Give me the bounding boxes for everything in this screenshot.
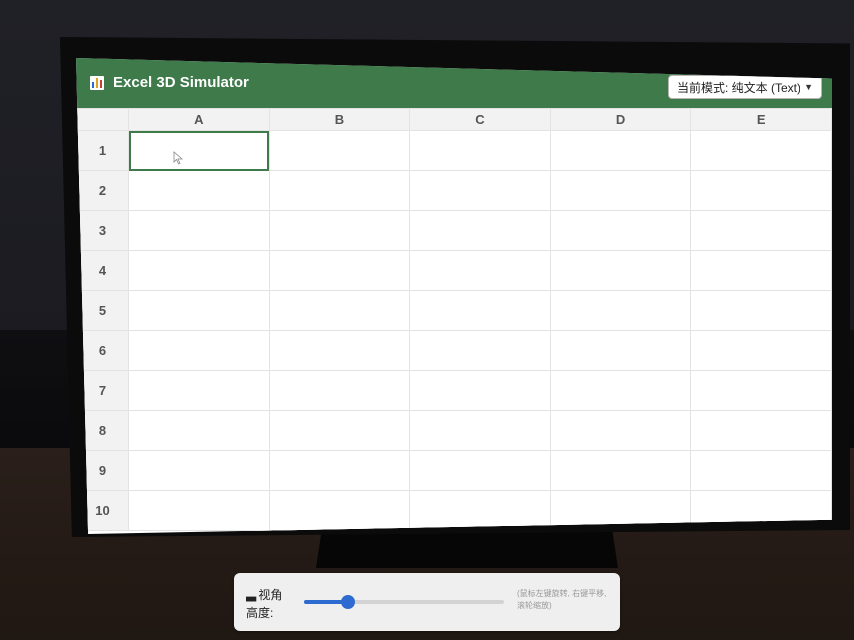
- cell-c4[interactable]: [409, 250, 551, 291]
- cell-e2[interactable]: [690, 170, 832, 211]
- row-header[interactable]: 2: [76, 170, 129, 211]
- table-row: 5: [76, 290, 832, 331]
- cell-d7[interactable]: [549, 370, 692, 411]
- camera-icon: ▄▄: [246, 592, 256, 601]
- column-header-d[interactable]: D: [549, 108, 692, 131]
- cell-d9[interactable]: [549, 450, 692, 491]
- row-header[interactable]: 3: [76, 210, 129, 251]
- cell-a4[interactable]: [128, 250, 270, 291]
- cell-a6[interactable]: [128, 330, 270, 371]
- cell-c1[interactable]: [409, 130, 551, 171]
- corner-cell[interactable]: [76, 108, 129, 131]
- row-header[interactable]: 6: [76, 330, 129, 371]
- camera-control-panel: ▄▄ 视角高度: (鼠标左键旋转, 右键平移, 滚轮缩放): [234, 573, 620, 631]
- cell-d8[interactable]: [549, 410, 692, 451]
- cell-b5[interactable]: [268, 290, 411, 331]
- cell-c8[interactable]: [409, 410, 551, 451]
- table-row: 1: [76, 130, 832, 171]
- cell-e6[interactable]: [690, 330, 832, 371]
- cell-c3[interactable]: [409, 210, 551, 251]
- cell-e8[interactable]: [690, 410, 832, 451]
- cell-e7[interactable]: [690, 370, 832, 411]
- cell-b7[interactable]: [268, 370, 411, 411]
- cell-c7[interactable]: [409, 370, 551, 411]
- cell-d5[interactable]: [549, 290, 692, 331]
- cell-e1[interactable]: [690, 130, 832, 171]
- camera-height-slider[interactable]: [304, 595, 504, 609]
- cell-b10[interactable]: [268, 490, 411, 531]
- cell-c9[interactable]: [409, 450, 551, 491]
- cell-a9[interactable]: [128, 450, 270, 491]
- monitor-screen: Excel 3D Simulator 当前模式: 纯文本 (Text) ▼ A …: [76, 58, 832, 534]
- cell-e9[interactable]: [690, 450, 832, 491]
- cell-b3[interactable]: [268, 210, 411, 251]
- cell-d1[interactable]: [549, 130, 692, 171]
- cell-c6[interactable]: [409, 330, 551, 371]
- cell-e3[interactable]: [690, 210, 832, 251]
- cell-b2[interactable]: [268, 170, 411, 211]
- spreadsheet-grid: A B C D E 1 2 3 4 5 6 7 8 9 10: [76, 108, 832, 531]
- controls-hint: (鼠标左键旋转, 右键平移, 滚轮缩放): [517, 589, 607, 610]
- camera-height-label-group: ▄▄ 视角高度:: [246, 587, 294, 621]
- column-header-row: A B C D E: [76, 108, 832, 131]
- cell-a7[interactable]: [128, 370, 270, 411]
- column-header-c[interactable]: C: [409, 108, 551, 131]
- cell-e5[interactable]: [690, 290, 832, 331]
- cell-d2[interactable]: [549, 170, 692, 211]
- cell-a3[interactable]: [128, 210, 270, 251]
- chevron-down-icon: ▼: [804, 82, 813, 92]
- slider-thumb[interactable]: [341, 595, 355, 609]
- app-title: Excel 3D Simulator: [113, 74, 249, 91]
- cell-b1[interactable]: [268, 130, 411, 171]
- column-header-e[interactable]: E: [690, 108, 832, 131]
- cell-a8[interactable]: [128, 410, 270, 451]
- cell-c2[interactable]: [409, 170, 551, 211]
- table-row: 9: [76, 450, 832, 491]
- table-row: 4: [76, 250, 832, 291]
- bar-chart-icon: [90, 76, 104, 90]
- row-header[interactable]: 4: [76, 250, 129, 291]
- cell-d4[interactable]: [549, 250, 692, 291]
- cell-c5[interactable]: [409, 290, 551, 331]
- cell-a10[interactable]: [128, 490, 270, 531]
- row-header[interactable]: 1: [76, 130, 129, 171]
- cell-b6[interactable]: [268, 330, 411, 371]
- cell-d3[interactable]: [549, 210, 692, 251]
- table-row: 2: [76, 170, 832, 211]
- cell-b8[interactable]: [268, 410, 411, 451]
- table-row: 8: [76, 410, 832, 451]
- cell-a2[interactable]: [128, 170, 270, 211]
- cell-b4[interactable]: [268, 250, 411, 291]
- mode-select[interactable]: 当前模式: 纯文本 (Text) ▼: [668, 75, 822, 99]
- row-header[interactable]: 5: [76, 290, 129, 331]
- column-header-b[interactable]: B: [268, 108, 411, 131]
- cell-c10[interactable]: [409, 490, 551, 531]
- cell-e4[interactable]: [690, 250, 832, 291]
- table-row: 7: [76, 370, 832, 411]
- cell-a5[interactable]: [128, 290, 270, 331]
- table-row: 6: [76, 330, 832, 371]
- column-header-a[interactable]: A: [128, 108, 270, 131]
- cell-b9[interactable]: [268, 450, 411, 491]
- cell-a1[interactable]: [128, 130, 270, 171]
- mouse-cursor-icon: [173, 151, 184, 165]
- cell-d6[interactable]: [549, 330, 692, 371]
- table-row: 3: [76, 210, 832, 251]
- mode-select-value: 当前模式: 纯文本 (Text): [677, 80, 801, 95]
